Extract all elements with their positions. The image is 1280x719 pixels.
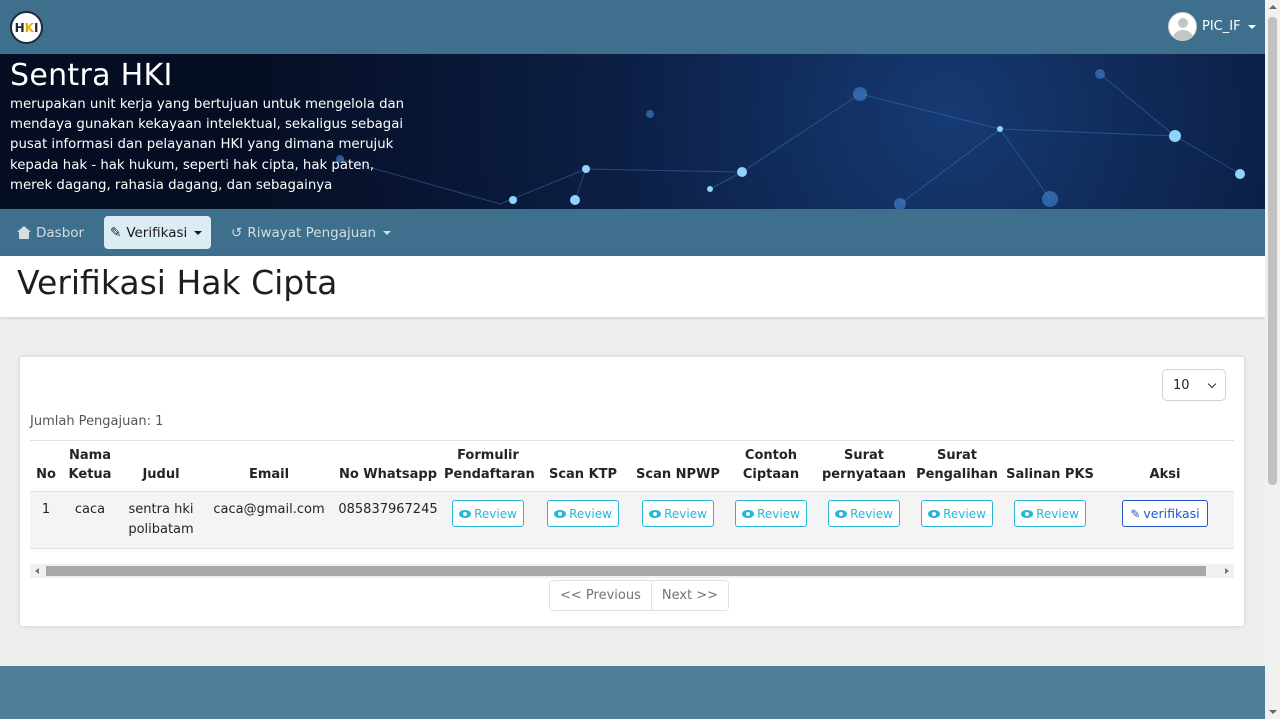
review-npwp-button[interactable]: Review	[642, 500, 714, 527]
hki-logo[interactable]: HKI	[10, 11, 43, 44]
per-page-value: 10	[1173, 377, 1190, 393]
review-label: Review	[664, 506, 707, 521]
column-header: Nama Ketua	[62, 440, 118, 492]
table-row: 1 caca sentra hki polibatam caca@gmail.c…	[30, 491, 1234, 549]
cell-judul: sentra hki polibatam	[118, 491, 204, 549]
column-header: Surat pernyataan	[818, 440, 910, 492]
nav-item-riwayat-pengajuan[interactable]: ↺ Riwayat Pengajuan	[225, 216, 397, 249]
review-ciptaan-button[interactable]: Review	[735, 500, 807, 527]
user-menu[interactable]: PIC_IF	[1168, 12, 1256, 41]
review-label: Review	[1036, 506, 1079, 521]
hero-title: Sentra HKI	[10, 58, 173, 93]
scroll-right-icon[interactable]	[1225, 568, 1229, 574]
avatar	[1168, 12, 1197, 41]
scroll-up-icon[interactable]	[1269, 5, 1277, 9]
submission-count: Jumlah Pengajuan: 1	[30, 414, 164, 429]
scrollbar-thumb[interactable]	[46, 566, 1206, 576]
column-header: Judul	[118, 440, 204, 492]
column-header: No	[30, 440, 62, 492]
page-title: Verifikasi Hak Cipta	[17, 263, 338, 302]
previous-page-button[interactable]: << Previous	[550, 581, 651, 610]
cell-formulir: Review	[442, 491, 534, 549]
cell-scan-ktp: Review	[534, 491, 632, 549]
review-pernyataan-button[interactable]: Review	[828, 500, 900, 527]
nav-item-dasbor[interactable]: Dasbor	[11, 216, 90, 249]
cell-nama-ketua: caca	[62, 491, 118, 549]
review-pks-button[interactable]: Review	[1014, 500, 1086, 527]
pagination: << Previous Next >>	[549, 580, 730, 611]
title-band: Verifikasi Hak Cipta	[0, 256, 1265, 317]
chevron-down-icon	[1247, 24, 1256, 29]
column-header: Contoh Ciptaan	[724, 440, 818, 492]
scrollbar-thumb[interactable]	[1268, 17, 1277, 485]
nav-item-verifikasi[interactable]: ✎ Verifikasi	[104, 216, 211, 249]
cell-email: caca@gmail.com	[204, 491, 334, 549]
file-signature-icon: ✎	[110, 224, 122, 241]
nav-item-label: Riwayat Pengajuan	[247, 224, 377, 241]
top-bar: HKI PIC_IF	[0, 0, 1265, 54]
chevron-down-icon	[194, 230, 203, 235]
hero-description: merupakan unit kerja yang bertujuan untu…	[10, 97, 405, 193]
review-ktp-button[interactable]: Review	[547, 500, 619, 527]
verifikasi-button[interactable]: ✎ verifikasi	[1122, 500, 1208, 527]
review-pengalihan-button[interactable]: Review	[921, 500, 993, 527]
home-icon	[17, 226, 31, 239]
scroll-down-icon[interactable]	[1269, 710, 1277, 714]
review-label: Review	[569, 506, 612, 521]
chevron-down-icon	[383, 230, 392, 235]
main-nav: Dasbor ✎ Verifikasi ↺ Riwayat Pengajuan	[0, 209, 1265, 256]
table-header-row: No Nama Ketua Judul Email No Whatsapp Fo…	[30, 440, 1234, 492]
column-header: Email	[204, 440, 334, 492]
column-header: Scan NPWP	[632, 440, 724, 492]
hero-banner: Sentra HKI merupakan unit kerja yang ber…	[0, 54, 1265, 209]
column-header: Scan KTP	[534, 440, 632, 492]
submissions-table: No Nama Ketua Judul Email No Whatsapp Fo…	[30, 440, 1234, 549]
column-header: Surat Pengalihan	[910, 440, 1004, 492]
review-label: Review	[943, 506, 986, 521]
verifikasi-label: verifikasi	[1143, 505, 1200, 521]
cell-scan-npwp: Review	[632, 491, 724, 549]
per-page-select[interactable]: 10	[1162, 369, 1226, 401]
review-label: Review	[474, 506, 517, 521]
nav-item-label: Verifikasi	[126, 224, 188, 241]
cell-no: 1	[30, 491, 62, 549]
review-label: Review	[757, 506, 800, 521]
cell-surat-pernyataan: Review	[818, 491, 910, 549]
review-label: Review	[850, 506, 893, 521]
eye-icon	[1021, 509, 1034, 518]
history-icon: ↺	[231, 224, 243, 241]
user-name: PIC_IF	[1202, 19, 1241, 34]
column-header: Formulir Pendaftaran	[442, 440, 535, 492]
eye-icon	[459, 509, 472, 518]
column-header: No Whatsapp	[334, 440, 442, 492]
review-formulir-button[interactable]: Review	[452, 500, 524, 527]
submissions-card: 10 Jumlah Pengajuan: 1 No Nama Ketua Jud…	[20, 357, 1244, 626]
chevron-down-icon	[1207, 379, 1217, 388]
next-page-button[interactable]: Next >>	[650, 581, 729, 610]
column-header: Salinan PKS	[1004, 440, 1096, 492]
cell-surat-pengalihan: Review	[910, 491, 1004, 549]
table-container: No Nama Ketua Judul Email No Whatsapp Fo…	[30, 440, 1234, 549]
scroll-left-icon[interactable]	[35, 568, 39, 574]
eye-icon	[742, 509, 755, 518]
nav-item-label: Dasbor	[36, 224, 85, 241]
vertical-scrollbar[interactable]	[1265, 0, 1280, 719]
eye-icon	[928, 509, 941, 518]
cell-contoh-ciptaan: Review	[724, 491, 818, 549]
cell-salinan-pks: Review	[1004, 491, 1096, 549]
edit-icon: ✎	[1130, 506, 1141, 521]
cell-whatsapp: 085837967245	[334, 491, 442, 549]
eye-icon	[835, 509, 848, 518]
horizontal-scrollbar[interactable]	[30, 564, 1234, 578]
cell-aksi: ✎ verifikasi	[1096, 491, 1234, 549]
eye-icon	[649, 509, 662, 518]
column-header: Aksi	[1096, 440, 1234, 492]
footer	[0, 666, 1265, 719]
eye-icon	[554, 509, 567, 518]
